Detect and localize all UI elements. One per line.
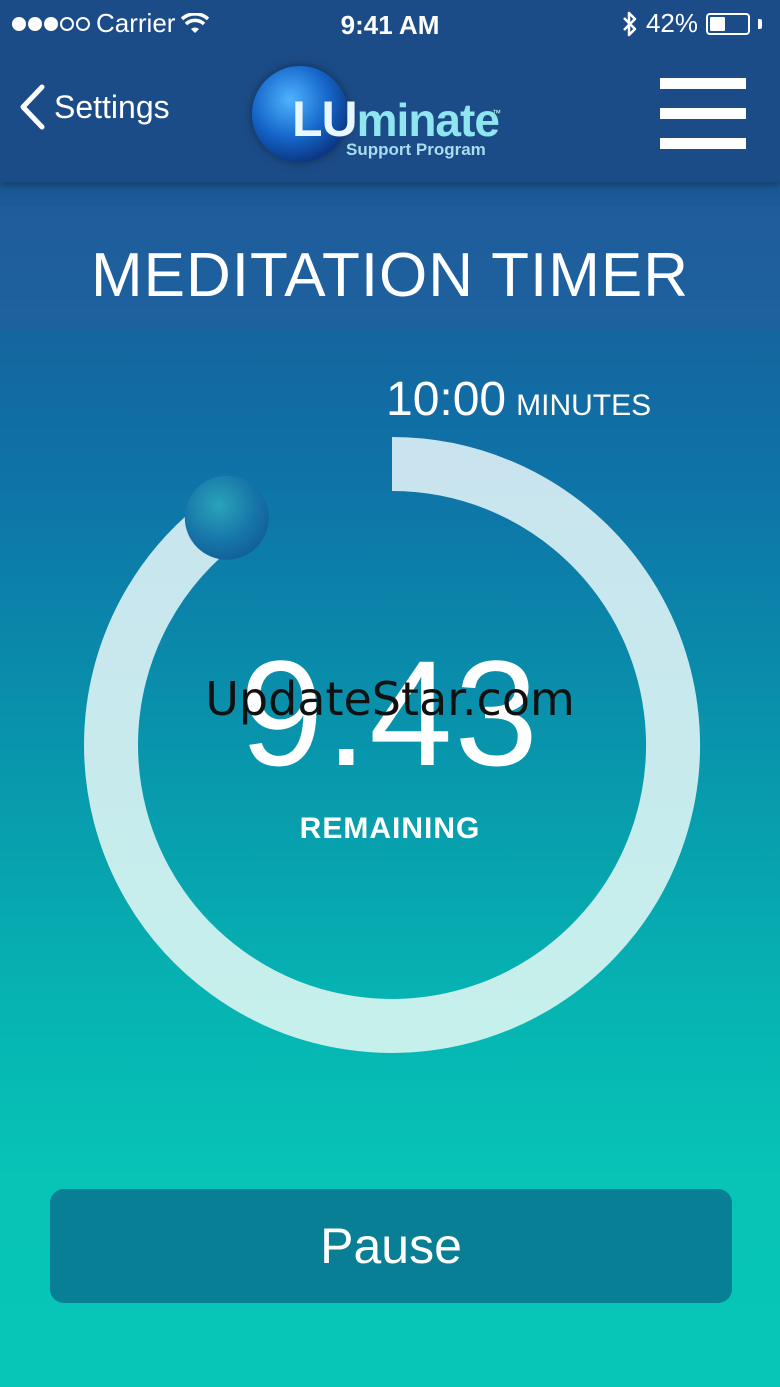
timer-knob[interactable] [184, 475, 269, 560]
watermark: UpdateStar.com [205, 672, 575, 726]
pause-button[interactable]: Pause [50, 1189, 732, 1303]
remaining-label: REMAINING [299, 812, 481, 845]
